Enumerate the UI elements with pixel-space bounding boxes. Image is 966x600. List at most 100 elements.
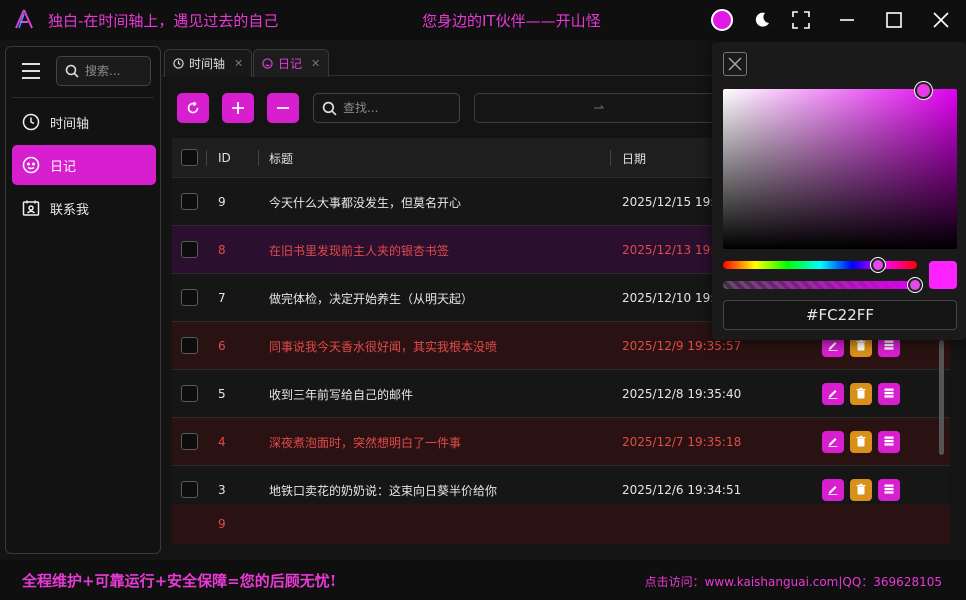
edit-icon [827, 339, 839, 354]
edit-icon [827, 483, 839, 498]
close-icon[interactable] [929, 8, 953, 32]
sidebar: 时间轴 日记 联系我 [5, 46, 161, 554]
diary-icon [262, 58, 273, 69]
cell-id: 7 [218, 291, 226, 305]
row-actions [822, 479, 900, 501]
date-range-separator: ⇀ [593, 100, 605, 116]
refresh-button[interactable] [177, 93, 209, 123]
column-header-id[interactable]: ID [218, 138, 231, 178]
cell-title: 今天什么大事都没发生，但莫名开心 [269, 195, 462, 210]
tab-timeline[interactable]: 时间轴 ✕ [164, 49, 253, 77]
alpha-slider-handle[interactable] [908, 278, 922, 292]
app-logo-icon [12, 8, 36, 32]
alpha-slider[interactable] [723, 281, 917, 289]
column-divider [258, 150, 259, 166]
date-range-picker[interactable]: ⇀ [474, 93, 724, 123]
row-actions [822, 431, 900, 453]
details-button[interactable] [878, 431, 900, 453]
tab-close-icon[interactable]: ✕ [311, 57, 320, 70]
details-button[interactable] [878, 383, 900, 405]
row-checkbox[interactable] [181, 481, 198, 498]
app-slogan: 您身边的IT伙伴——开山怪 [422, 12, 601, 30]
table-scrollbar[interactable] [939, 340, 944, 455]
edit-button[interactable] [822, 479, 844, 501]
cell-title: 深夜煮泡面时，突然想明白了一件事 [269, 435, 462, 450]
trash-icon [855, 339, 867, 354]
table-row[interactable]: 4 深夜煮泡面时，突然想明白了一件事 2025/12/7 19:35:18 [172, 418, 950, 466]
list-icon [883, 435, 895, 450]
cell-date: 2025/12/7 19:35:18 [622, 435, 742, 449]
delete-button[interactable] [850, 479, 872, 501]
hamburger-menu-icon[interactable] [22, 63, 40, 79]
saturation-value-area[interactable] [723, 89, 957, 249]
cell-id: 8 [218, 243, 226, 257]
trash-icon [855, 483, 867, 498]
clock-icon [22, 113, 40, 131]
row-actions [822, 383, 900, 405]
search-icon [65, 64, 79, 78]
sidebar-item-contact[interactable]: 联系我 [12, 188, 156, 228]
title-bar: 独白-在时间轴上，遇见过去的自己 您身边的IT伙伴——开山怪 [0, 0, 966, 40]
color-picker-popup: #FC22FF [712, 42, 966, 340]
close-icon [728, 57, 742, 71]
sidebar-item-timeline[interactable]: 时间轴 [12, 102, 156, 142]
cell-date: 2025/12/8 19:35:40 [622, 387, 742, 401]
cell-id: 9 [218, 195, 226, 209]
column-divider [206, 150, 207, 166]
color-preview-swatch [929, 261, 957, 289]
minus-icon [277, 107, 289, 109]
remove-button[interactable] [267, 93, 299, 123]
trash-icon [855, 435, 867, 450]
hex-value-field[interactable]: #FC22FF [723, 300, 957, 330]
row-checkbox[interactable] [181, 337, 198, 354]
picker-close-button[interactable] [723, 52, 747, 76]
row-checkbox[interactable] [181, 241, 198, 258]
tab-bar: 时间轴 ✕ 日记 ✕ [162, 46, 712, 77]
column-header-title[interactable]: 标题 [269, 138, 293, 178]
add-button[interactable] [222, 93, 254, 123]
cell-id: 6 [218, 339, 226, 353]
row-checkbox[interactable] [181, 289, 198, 306]
cell-id: 9 [218, 517, 226, 531]
sidebar-search[interactable] [56, 56, 151, 86]
footer: 全程维护+可靠运行+安全保障=您的后顾无忧! 点击访问：www.kaishang… [0, 560, 966, 600]
column-header-date[interactable]: 日期 [622, 138, 646, 178]
row-checkbox[interactable] [181, 385, 198, 402]
sidebar-divider [12, 97, 154, 98]
edit-button[interactable] [822, 383, 844, 405]
sidebar-item-diary[interactable]: 日记 [12, 145, 156, 185]
table-row[interactable]: 5 收到三年前写给自己的邮件 2025/12/8 19:35:40 [172, 370, 950, 418]
minimize-icon[interactable] [835, 8, 859, 32]
hue-slider[interactable] [723, 261, 917, 269]
hue-slider-handle[interactable] [871, 258, 885, 272]
delete-button[interactable] [850, 383, 872, 405]
theme-color-button[interactable] [711, 9, 733, 31]
sidebar-item-label: 联系我 [50, 202, 90, 218]
select-all-checkbox[interactable] [181, 149, 198, 166]
tab-label: 日记 [278, 57, 303, 71]
contact-icon [22, 200, 40, 216]
fullscreen-icon[interactable] [789, 8, 813, 32]
row-checkbox[interactable] [181, 433, 198, 450]
cell-title: 做完体检，决定开始养生（从明天起） [269, 291, 474, 306]
dark-mode-moon-icon[interactable] [750, 8, 774, 32]
edit-icon [827, 435, 839, 450]
list-icon [883, 483, 895, 498]
refresh-icon [187, 101, 199, 114]
tab-close-icon[interactable]: ✕ [234, 57, 243, 70]
edit-button[interactable] [822, 431, 844, 453]
cell-title: 在旧书里发现前主人夹的银杏书签 [269, 243, 450, 258]
cell-title: 同事说我今天香水很好闻，其实我根本没喷 [269, 339, 498, 354]
main-search-input[interactable] [343, 101, 453, 115]
footer-link[interactable]: 点击访问：www.kaishanguai.com|QQ：369628105 [645, 573, 942, 590]
sidebar-search-input[interactable] [85, 64, 145, 78]
list-icon [883, 339, 895, 354]
row-checkbox[interactable] [181, 193, 198, 210]
delete-button[interactable] [850, 431, 872, 453]
maximize-icon[interactable] [882, 8, 906, 32]
details-button[interactable] [878, 479, 900, 501]
saturation-value-handle[interactable] [915, 82, 932, 99]
tab-diary[interactable]: 日记 ✕ [253, 49, 330, 77]
main-search[interactable] [313, 93, 460, 123]
edit-icon [827, 387, 839, 402]
